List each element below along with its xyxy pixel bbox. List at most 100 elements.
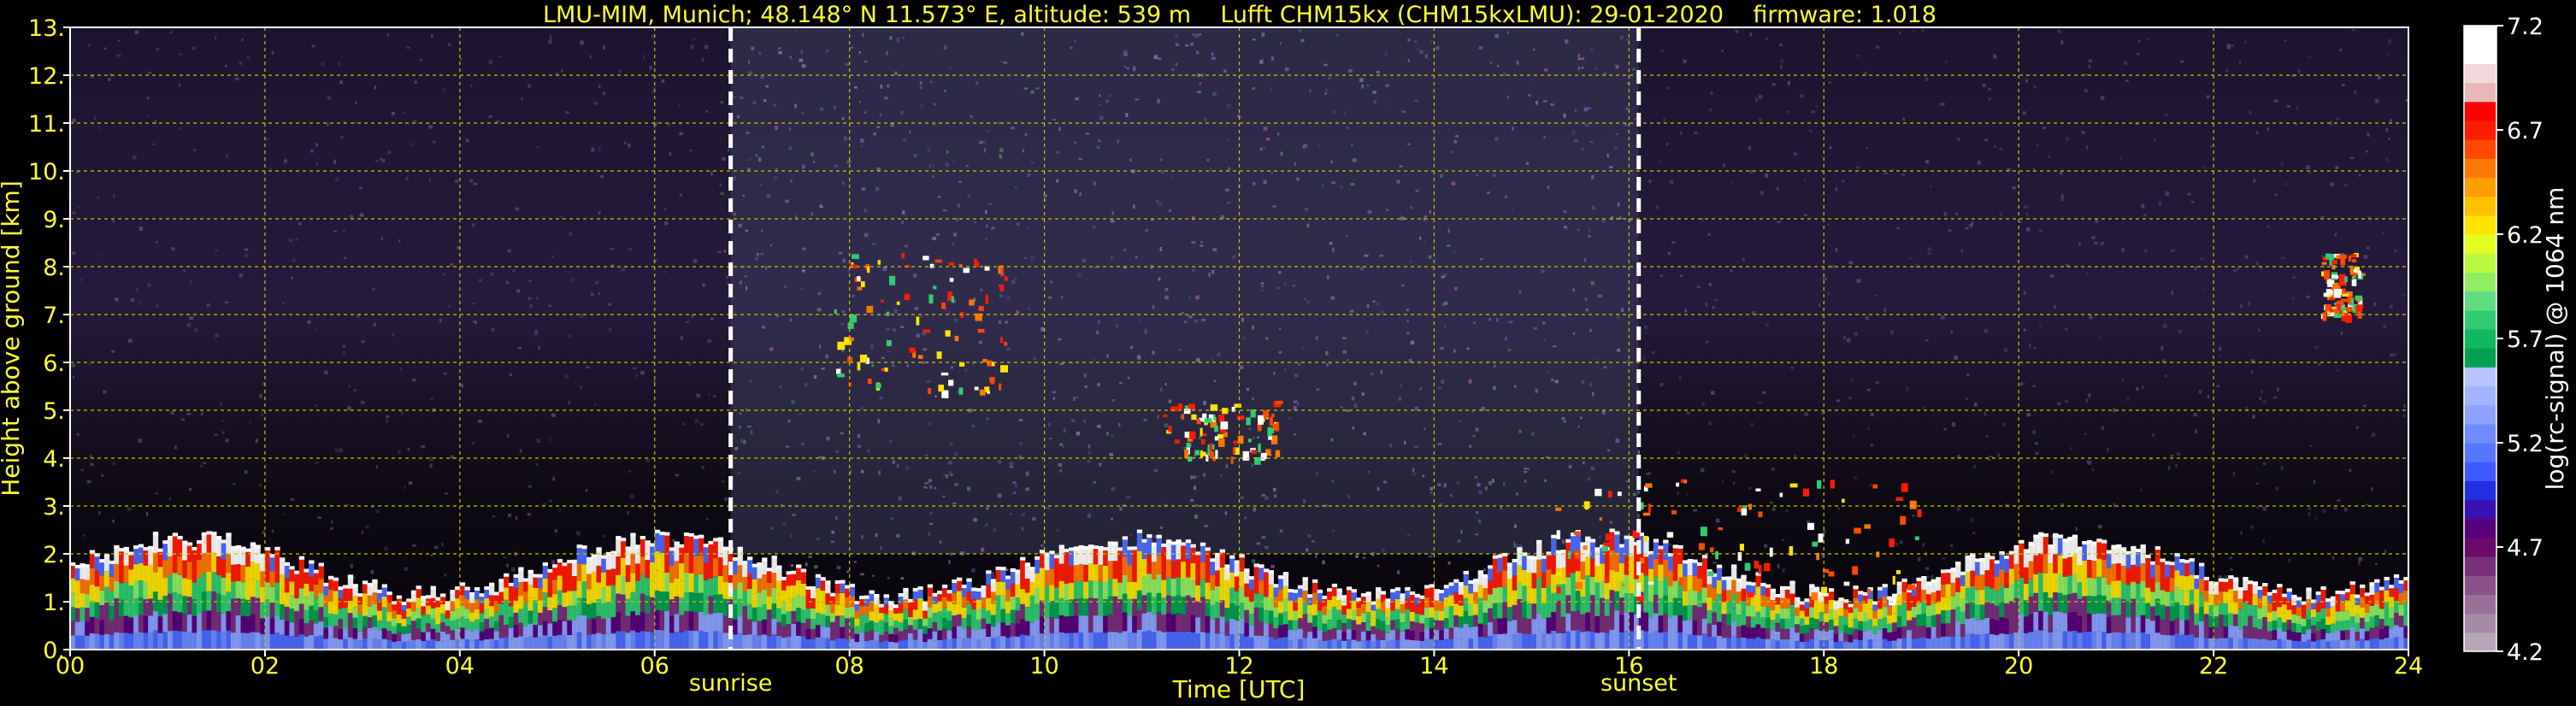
- boundary-layer-cell: [854, 633, 860, 642]
- boundary-layer-top: [1979, 557, 1985, 562]
- boundary-layer-top: [1692, 559, 1698, 563]
- noise-speck: [189, 316, 194, 320]
- boundary-layer-cell: [1580, 562, 1586, 580]
- boundary-layer-cell: [1069, 566, 1075, 583]
- noise-speck: [905, 244, 908, 248]
- boundary-layer-cell: [2189, 590, 2195, 605]
- boundary-layer-cell: [1064, 567, 1070, 584]
- boundary-layer-top: [1083, 545, 1089, 550]
- noise-speck: [1419, 387, 1423, 391]
- noise-speck: [1294, 162, 1296, 166]
- boundary-layer-top: [1147, 534, 1152, 538]
- boundary-layer-cell: [2140, 546, 2146, 564]
- noise-speck: [1870, 444, 1873, 447]
- boundary-layer-cell: [683, 611, 690, 631]
- boundary-layer-top: [1994, 560, 2000, 564]
- noise-speck: [1076, 432, 1080, 436]
- boundary-layer-cell: [1799, 618, 1806, 627]
- boundary-layer-cell: [152, 533, 159, 553]
- noise-speck: [1613, 145, 1618, 150]
- boundary-layer-cell: [1853, 628, 1859, 639]
- boundary-layer-cell: [1282, 598, 1289, 612]
- boundary-layer-cell: [522, 603, 529, 615]
- boundary-layer-cell: [1439, 630, 1445, 640]
- noise-speck: [1708, 108, 1712, 112]
- noise-speck: [1129, 158, 1132, 162]
- noise-speck: [2170, 249, 2175, 252]
- boundary-layer-cell: [990, 627, 997, 638]
- noise-speck: [1617, 348, 1621, 352]
- noise-speck: [97, 196, 99, 199]
- boundary-layer-cell: [1020, 558, 1026, 574]
- boundary-layer-cell: [610, 552, 616, 569]
- noise-speck: [1152, 305, 1155, 309]
- boundary-layer-cell: [786, 611, 792, 625]
- boundary-layer-cell: [664, 610, 670, 631]
- noise-speck: [1353, 403, 1358, 409]
- boundary-layer-top: [567, 560, 573, 563]
- boundary-layer-cell: [893, 635, 899, 643]
- boundary-layer-cell: [1390, 610, 1396, 621]
- noise-speck: [1056, 150, 1059, 155]
- noise-speck: [1943, 212, 1948, 216]
- boundary-layer-cell: [781, 614, 787, 627]
- boundary-layer-cell: [518, 596, 524, 609]
- boundary-layer-cell: [1176, 631, 1182, 650]
- boundary-layer-top: [119, 548, 125, 552]
- noise-speck: [244, 254, 249, 257]
- boundary-layer-cell: [280, 619, 286, 635]
- noise-speck: [913, 153, 917, 158]
- boundary-layer-top: [1697, 562, 1703, 566]
- noise-speck: [1164, 295, 1169, 300]
- boundary-layer-top: [1497, 554, 1503, 558]
- noise-speck: [392, 332, 394, 337]
- boundary-layer-cell: [1614, 591, 1620, 611]
- noise-speck: [1475, 427, 1479, 432]
- noise-speck: [155, 241, 158, 244]
- noise-speck: [1272, 487, 1276, 491]
- boundary-layer-cell: [1069, 549, 1075, 567]
- noise-speck: [985, 238, 987, 241]
- boundary-layer-cell: [805, 629, 811, 639]
- boundary-layer-cell: [1147, 574, 1152, 593]
- boundary-layer-cell: [1999, 633, 2005, 650]
- noise-speck: [2276, 387, 2279, 391]
- boundary-layer-cell: [148, 564, 154, 582]
- noise-speck: [1227, 202, 1231, 204]
- boundary-layer-top: [1721, 576, 1727, 580]
- noise-speck: [1453, 250, 1456, 253]
- boundary-layer-cell: [1945, 571, 1951, 585]
- boundary-layer-top: [952, 580, 958, 583]
- boundary-layer-cell: [630, 611, 636, 631]
- boundary-layer-cell: [854, 618, 860, 627]
- boundary-layer-cell: [1248, 578, 1255, 591]
- boundary-layer-top: [1770, 588, 1776, 592]
- noise-speck: [986, 224, 988, 228]
- boundary-layer-cell: [699, 536, 704, 556]
- boundary-layer-cell: [703, 597, 709, 615]
- noise-speck: [1280, 151, 1283, 156]
- boundary-layer-cell: [357, 603, 363, 614]
- boundary-layer-cell: [1921, 614, 1927, 626]
- boundary-layer-cell: [966, 626, 972, 638]
- boundary-layer-cell: [464, 598, 470, 609]
- noise-speck: [1506, 96, 1509, 99]
- boundary-layer-cell: [1809, 617, 1815, 629]
- noise-speck: [2233, 269, 2237, 272]
- boundary-layer-cell: [2199, 621, 2205, 636]
- boundary-layer-cell: [1219, 632, 1225, 650]
- noise-speck: [1009, 466, 1013, 468]
- noise-speck: [890, 517, 893, 521]
- noise-speck: [1865, 315, 1869, 320]
- noise-speck: [2176, 452, 2181, 456]
- boundary-layer-cell: [1697, 607, 1703, 621]
- noise-speck: [1564, 421, 1566, 423]
- boundary-layer-cell: [410, 621, 417, 631]
- boundary-layer-cell: [562, 578, 568, 593]
- boundary-layer-cell: [2131, 598, 2137, 616]
- boundary-layer-cell: [898, 622, 904, 632]
- boundary-layer-cell: [971, 639, 977, 650]
- boundary-layer-cell: [693, 612, 699, 632]
- boundary-layer-cell: [80, 593, 85, 608]
- boundary-layer-top: [162, 540, 168, 544]
